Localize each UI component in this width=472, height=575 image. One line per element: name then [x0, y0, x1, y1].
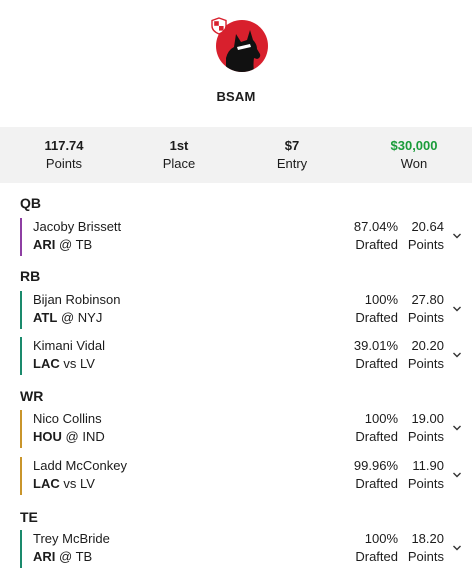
position-color-bar [20, 291, 22, 329]
points-label: Points [407, 549, 444, 564]
drafted-percentage: 100% [364, 531, 398, 546]
stat-label: Place [162, 156, 196, 171]
player-name[interactable]: Nico Collins [33, 411, 102, 426]
stat-value: $7 [284, 138, 300, 153]
drafted-label: Drafted [355, 356, 398, 371]
player-name[interactable]: Trey McBride [33, 531, 110, 546]
player-game: ATL @ NYJ [33, 310, 102, 325]
player-game: ARI @ TB [33, 237, 92, 252]
player-points: 20.20 [411, 338, 444, 353]
chevron-down-icon[interactable] [452, 232, 462, 240]
player-name[interactable]: Kimani Vidal [33, 338, 105, 353]
team-abbr: ATL [33, 310, 58, 325]
player-points: 18.20 [411, 531, 444, 546]
chevron-down-icon[interactable] [452, 471, 462, 479]
game-separator: @ [65, 429, 79, 444]
chevron-down-icon[interactable] [452, 351, 462, 359]
position-color-bar [20, 218, 22, 256]
player-points: 19.00 [411, 411, 444, 426]
points-label: Points [407, 237, 444, 252]
opponent-abbr: NYJ [77, 310, 103, 325]
points-label: Points [407, 429, 444, 444]
player-points: 27.80 [411, 292, 444, 307]
opponent-abbr: LV [79, 356, 95, 371]
opponent-abbr: IND [82, 429, 105, 444]
player-row[interactable]: Trey McBride ARI @ TB 100% Drafted 18.20 Poin… [20, 530, 472, 568]
chevron-down-icon[interactable] [452, 544, 462, 552]
player-game: HOU @ IND [33, 429, 105, 444]
team-abbr: ARI [33, 549, 56, 564]
player-row[interactable]: Ladd McConkey LAC vs LV 99.96% Drafted 11.90… [20, 457, 472, 495]
drafted-percentage: 100% [364, 411, 398, 426]
points-label: Points [407, 310, 444, 325]
drafted-percentage: 87.04% [353, 219, 398, 234]
player-row[interactable]: Jacoby Brissett ARI @ TB 87.04% Drafted 20.6… [20, 218, 472, 256]
drafted-percentage: 99.96% [353, 458, 398, 473]
player-points: 11.90 [412, 458, 444, 473]
position-color-bar [20, 457, 22, 495]
stat-label: Points [45, 156, 83, 171]
stat-value: 117.74 [44, 138, 84, 153]
drafted-label: Drafted [355, 237, 398, 252]
opponent-abbr: TB [75, 549, 93, 564]
opponent-abbr: LV [79, 476, 95, 491]
team-abbr: HOU [33, 429, 62, 444]
player-points: 20.64 [411, 219, 444, 234]
player-row[interactable]: Nico Collins HOU @ IND 100% Drafted 19.00 Poi… [20, 410, 472, 448]
stat-label: Entry [276, 156, 308, 171]
username: BSAM [216, 89, 256, 104]
points-label: Points [407, 476, 444, 491]
points-label: Points [407, 356, 444, 371]
drafted-percentage: 39.01% [353, 338, 398, 353]
profile-header: BSAM [0, 0, 472, 127]
section-title-rb: RB [20, 268, 41, 284]
shield-icon [211, 17, 227, 35]
player-game: LAC vs LV [33, 476, 95, 491]
stat-value: $30,000 [390, 138, 438, 153]
team-abbr: LAC [33, 476, 60, 491]
game-separator: vs [63, 476, 77, 491]
position-color-bar [20, 337, 22, 375]
player-game: LAC vs LV [33, 356, 95, 371]
section-title-wr: WR [20, 388, 44, 404]
drafted-percentage: 100% [364, 292, 398, 307]
game-separator: @ [59, 237, 73, 252]
player-row[interactable]: Kimani Vidal LAC vs LV 39.01% Drafted 20.20 P… [20, 337, 472, 375]
position-color-bar [20, 410, 22, 448]
position-color-bar [20, 530, 22, 568]
chevron-down-icon[interactable] [452, 424, 462, 432]
team-abbr: LAC [33, 356, 60, 371]
stats-bar: 117.74 Points 1st Place $7 Entry $30,000… [0, 127, 472, 183]
drafted-label: Drafted [355, 549, 398, 564]
player-name[interactable]: Bijan Robinson [33, 292, 120, 307]
section-title-qb: QB [20, 195, 41, 211]
game-separator: @ [59, 549, 73, 564]
stat-label: Won [400, 156, 428, 171]
stat-value: 1st [169, 138, 189, 153]
game-separator: vs [63, 356, 77, 371]
drafted-label: Drafted [355, 429, 398, 444]
player-game: ARI @ TB [33, 549, 92, 564]
drafted-label: Drafted [355, 310, 398, 325]
chevron-down-icon[interactable] [452, 305, 462, 313]
section-title-te: TE [20, 509, 38, 525]
player-row[interactable]: Bijan Robinson ATL @ NYJ 100% Drafted 27.80 P… [20, 291, 472, 329]
opponent-abbr: TB [75, 237, 93, 252]
drafted-label: Drafted [355, 476, 398, 491]
player-name[interactable]: Ladd McConkey [33, 458, 127, 473]
team-abbr: ARI [33, 237, 56, 252]
game-separator: @ [60, 310, 75, 325]
player-name[interactable]: Jacoby Brissett [33, 219, 121, 234]
